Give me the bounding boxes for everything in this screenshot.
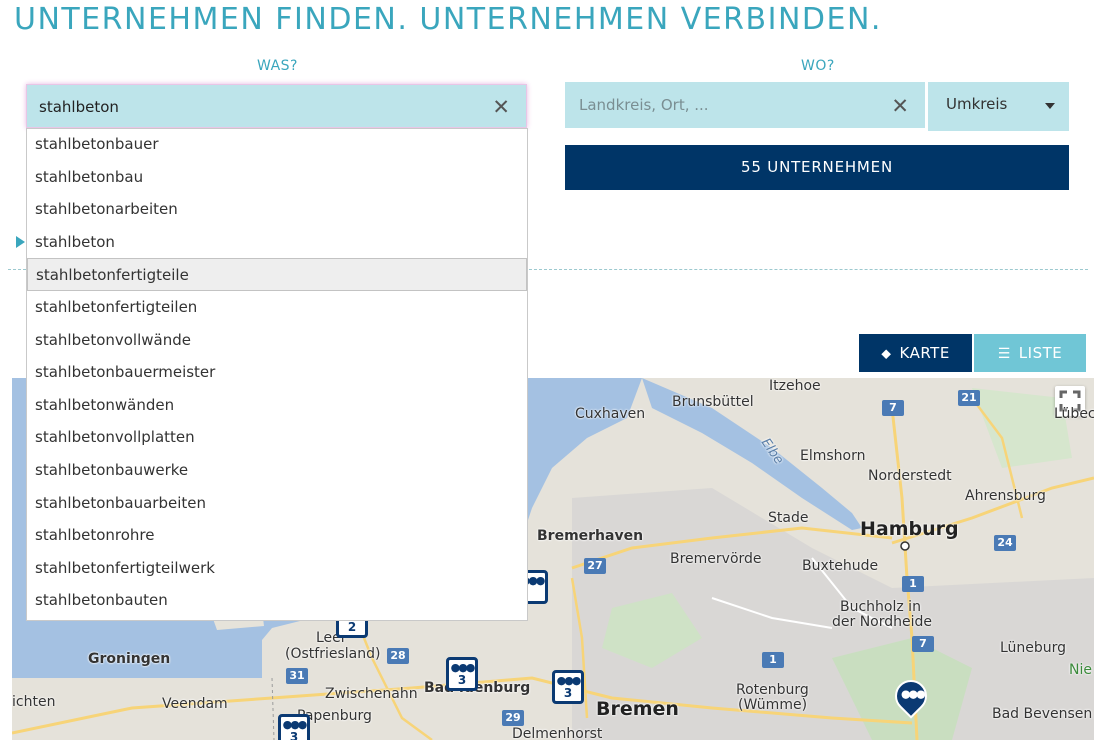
selected-suggestion-arrow-icon	[16, 236, 25, 248]
autocomplete-suggestion[interactable]: stahlbeton	[27, 226, 527, 259]
autocomplete-suggestion[interactable]: stahlbetonbau	[27, 161, 527, 194]
autocomplete-dropdown[interactable]: stahlbetonbauer stahlbetonbau stahlbetonar…	[26, 128, 528, 621]
road-shield: 28	[387, 648, 409, 664]
where-search-input[interactable]	[579, 94, 879, 116]
map-label: Groningen	[88, 651, 171, 667]
map-label: Elmshorn	[800, 448, 866, 464]
autocomplete-suggestion[interactable]: stahlbetonfertigteilen	[27, 291, 527, 324]
map-cluster-marker[interactable]: ●●● 3	[552, 670, 584, 704]
road-shield: 1	[902, 576, 924, 592]
map-label: Stade	[768, 510, 809, 526]
map-pin-icon: ⬥	[881, 346, 892, 362]
map-label: Cuxhaven	[575, 406, 646, 422]
autocomplete-suggestion[interactable]: stahlbetonfertigteilwerk	[27, 552, 527, 585]
map-label: Ahrensburg	[965, 488, 1046, 504]
map-label: Bremerhaven	[537, 528, 644, 544]
autocomplete-suggestion[interactable]: stahlbetonvollplatten	[27, 421, 527, 454]
road-shield: 29	[502, 710, 524, 726]
map-label: Norderstedt	[868, 468, 952, 484]
results-count-button[interactable]: 55 UNTERNEHMEN	[565, 145, 1069, 190]
map-label: Buxtehude	[802, 558, 879, 574]
list-view-button[interactable]: ☰ LISTE	[974, 334, 1086, 372]
road-shield: 21	[958, 390, 980, 406]
map-label: Lübeck	[1054, 406, 1094, 422]
map-cluster-marker[interactable]: ●●● 3	[446, 657, 478, 691]
page-headline: UNTERNEHMEN FINDEN. UNTERNEHMEN VERBINDE…	[14, 2, 882, 37]
map-label: Delmenhorst	[512, 726, 603, 740]
where-label: WO?	[801, 58, 835, 74]
autocomplete-suggestion[interactable]: stahlbetonwänden	[27, 389, 527, 422]
map-label: Rotenburg	[736, 682, 809, 698]
list-view-label: LISTE	[1018, 344, 1063, 362]
road-shield: 27	[584, 558, 606, 574]
cluster-count: 3	[563, 686, 573, 700]
road-shield: 7	[882, 400, 904, 416]
what-label: WAS?	[257, 58, 298, 74]
map-view-label: KARTE	[899, 344, 950, 362]
autocomplete-suggestion[interactable]: stahlbetonbauarbeiten	[27, 487, 527, 520]
map-label: Veendam	[162, 696, 228, 712]
map-label: Bremervörde	[670, 551, 762, 567]
clear-where-icon[interactable]: ✕	[891, 94, 909, 118]
what-search-box[interactable]: ✕	[26, 84, 527, 128]
map-label: (Ostfriesland)	[285, 646, 381, 662]
clear-what-icon[interactable]: ✕	[492, 95, 510, 119]
autocomplete-suggestion[interactable]: stahlbetonarbeiten	[27, 193, 527, 226]
cluster-count: 3	[289, 730, 299, 740]
cluster-count: 2	[347, 620, 357, 634]
autocomplete-suggestion[interactable]: stahlbetonfertigteile	[27, 258, 527, 292]
road-shield: 7	[912, 636, 934, 652]
autocomplete-suggestion[interactable]: stahlbetonbauwerke	[27, 454, 527, 487]
map-label: Itzehoe	[769, 378, 821, 394]
radius-select[interactable]: Umkreis	[928, 82, 1069, 131]
map-cluster-marker[interactable]: ●●● 3	[278, 714, 310, 740]
radius-select-label: Umkreis	[946, 95, 1008, 113]
map-label: Lüneburg	[1000, 640, 1067, 656]
cluster-count: 3	[457, 673, 467, 687]
map-label: ichten	[12, 694, 56, 710]
map-label: Brunsbüttel	[672, 394, 754, 410]
autocomplete-suggestion[interactable]: stahlbetonbauer	[27, 128, 527, 161]
what-search-input[interactable]	[39, 96, 479, 118]
map-label: (Wümme)	[738, 697, 808, 713]
autocomplete-suggestion[interactable]: stahlbetonrohre	[27, 519, 527, 552]
map-label: der Nordheide	[832, 614, 933, 630]
autocomplete-suggestion[interactable]: stahlbetonbauten	[27, 584, 527, 617]
autocomplete-suggestion[interactable]: stahlbetonvollwände	[27, 324, 527, 357]
map-label: Nie	[1069, 662, 1092, 678]
where-search-box[interactable]: ✕	[565, 82, 925, 128]
map-view-button[interactable]: ⬥ KARTE	[859, 334, 972, 372]
autocomplete-suggestion[interactable]: stahlbetonbauermeister	[27, 356, 527, 389]
map-label: Bad Bevensen	[992, 706, 1093, 722]
list-icon: ☰	[997, 346, 1011, 362]
map-label: Buchholz in	[840, 599, 921, 615]
map-label: Zwischenahn	[325, 686, 418, 702]
road-shield: 31	[286, 668, 308, 684]
map-label: Bremen	[596, 698, 679, 720]
people-icon: ●●●	[900, 687, 924, 701]
road-shield: 24	[994, 535, 1016, 551]
chevron-down-icon	[1045, 103, 1055, 109]
map-label: Hamburg	[860, 518, 959, 540]
road-shield: 1	[762, 652, 784, 668]
